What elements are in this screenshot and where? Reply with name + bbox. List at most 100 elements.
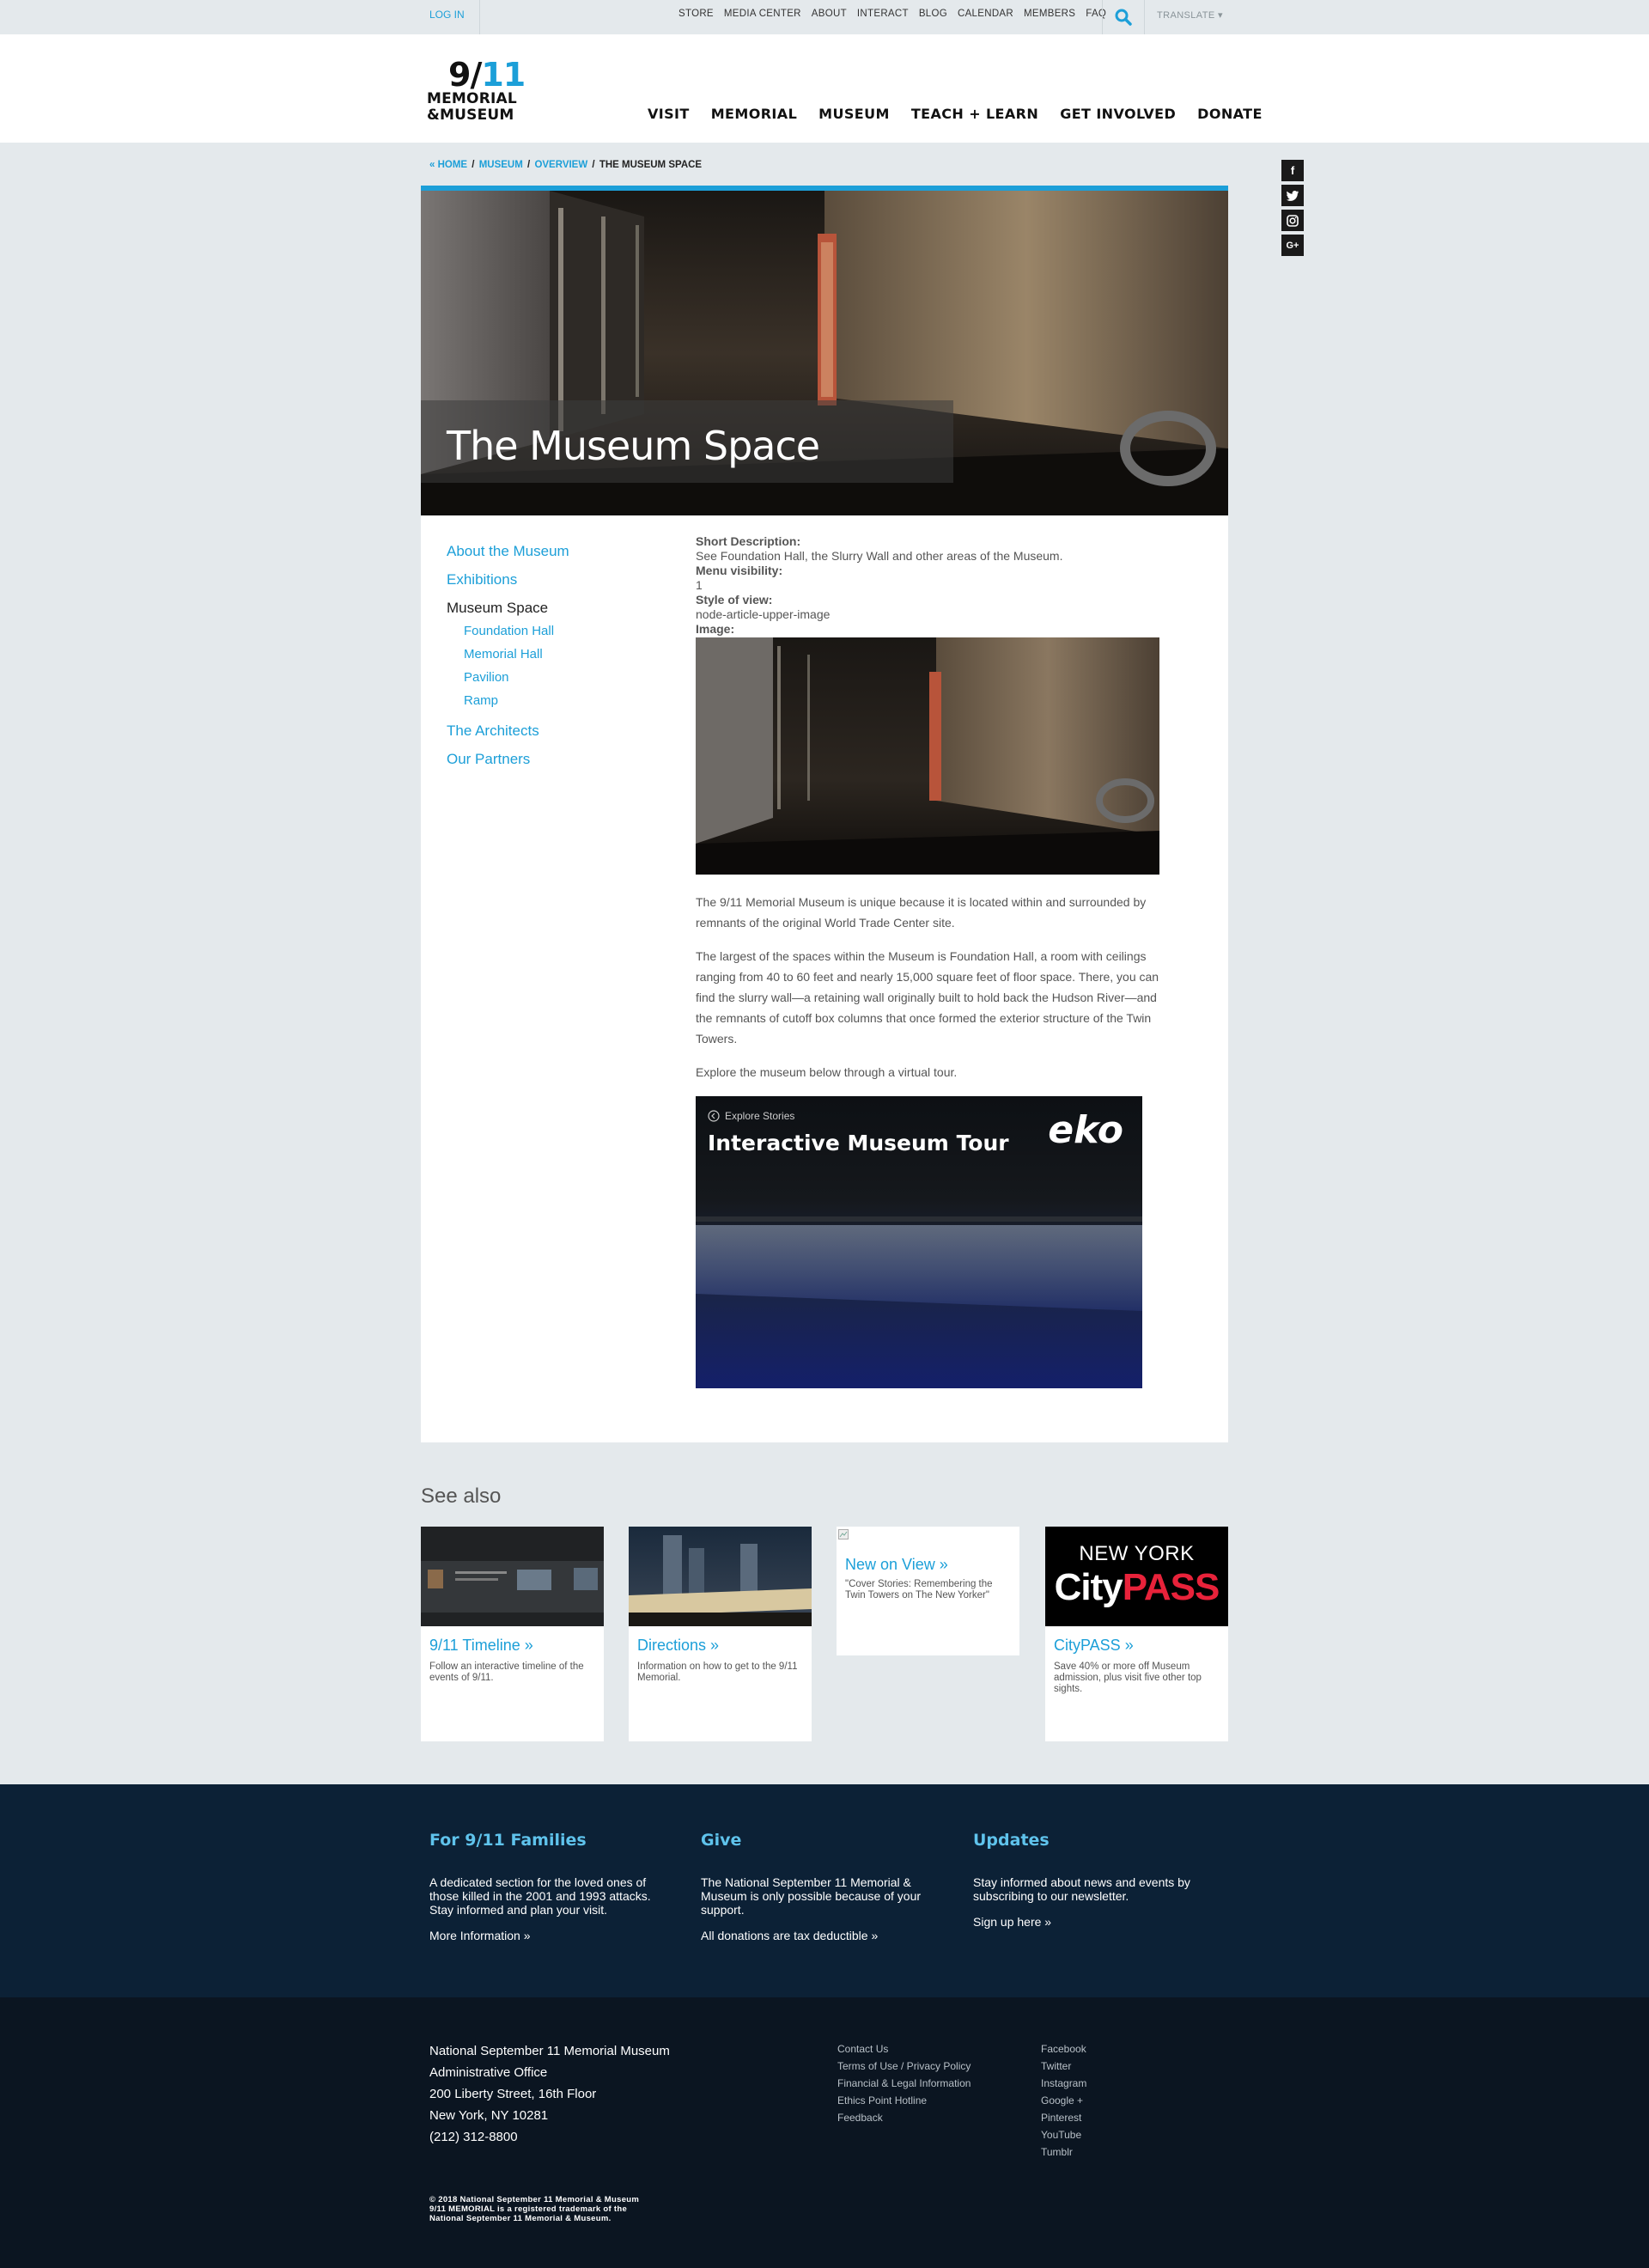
util-link-media-center[interactable]: MEDIA CENTER bbox=[724, 9, 801, 19]
card-title[interactable]: CityPASS » bbox=[1045, 1626, 1228, 1655]
page-title: The Museum Space bbox=[447, 423, 820, 469]
sidebar-subitem-memorial-hall[interactable]: Memorial Hall bbox=[447, 647, 569, 662]
footer-link-google-plus[interactable]: Google + bbox=[1041, 2092, 1086, 2109]
footer-links-social: Facebook Twitter Instagram Google + Pint… bbox=[1041, 2040, 1086, 2161]
util-link-interact[interactable]: INTERACT bbox=[857, 9, 909, 19]
logo-num-b: 11 bbox=[481, 56, 526, 94]
sidebar-item-museum-space[interactable]: Museum Space bbox=[447, 600, 569, 617]
footer-families: For 9/11 Families A dedicated section fo… bbox=[429, 1831, 661, 1942]
utility-bar: LOG IN STORE MEDIA CENTER ABOUT INTERACT… bbox=[0, 0, 1649, 34]
card-desc: Save 40% or more off Museum admission, p… bbox=[1054, 1661, 1202, 1694]
footer-link-pinterest[interactable]: Pinterest bbox=[1041, 2109, 1086, 2126]
nav-teach-learn[interactable]: TEACH + LEARN bbox=[911, 106, 1038, 122]
citypass-logo-pass: PASS bbox=[1122, 1566, 1220, 1608]
translate-dropdown[interactable]: TRANSLATE ▾ bbox=[1157, 9, 1223, 21]
nav-visit[interactable]: VISIT bbox=[648, 106, 690, 122]
breadcrumb-separator: / bbox=[472, 160, 475, 170]
facebook-icon[interactable]: f bbox=[1281, 160, 1304, 181]
breadcrumb-separator: / bbox=[527, 160, 531, 170]
sidebar-subitem-ramp[interactable]: Ramp bbox=[447, 693, 569, 708]
instagram-icon[interactable] bbox=[1281, 210, 1304, 231]
social-share: f G+ bbox=[1281, 160, 1304, 256]
logo-num-a: 9/ bbox=[448, 56, 482, 94]
sidebar-item-architects[interactable]: The Architects bbox=[447, 722, 569, 740]
article-image bbox=[696, 637, 1159, 875]
see-also-card-timeline[interactable]: 9/11 Timeline » Follow an interactive ti… bbox=[421, 1527, 604, 1741]
article-body: Short Description: See Foundation Hall, … bbox=[696, 534, 1177, 1388]
copyright: © 2018 National September 11 Memorial & … bbox=[429, 2195, 639, 2223]
short-desc-value: See Foundation Hall, the Slurry Wall and… bbox=[696, 549, 1063, 563]
card-title[interactable]: New on View » bbox=[837, 1544, 1019, 1574]
copyright-line: 9/11 MEMORIAL is a registered trademark … bbox=[429, 2204, 628, 2214]
footer-link-contact[interactable]: Contact Us bbox=[837, 2040, 971, 2058]
footer-promo: For 9/11 Families A dedicated section fo… bbox=[0, 1784, 1649, 1997]
google-plus-icon[interactable]: G+ bbox=[1281, 235, 1304, 256]
util-link-members[interactable]: MEMBERS bbox=[1024, 9, 1075, 19]
nav-get-involved[interactable]: GET INVOLVED bbox=[1060, 106, 1176, 122]
footer-link-tumblr[interactable]: Tumblr bbox=[1041, 2143, 1086, 2161]
menu-visibility-label: Menu visibility: bbox=[696, 564, 783, 577]
footer-link-financial[interactable]: Financial & Legal Information bbox=[837, 2075, 971, 2092]
footer-updates-title: Updates bbox=[973, 1831, 1050, 1850]
footer-link-terms[interactable]: Terms of Use / Privacy Policy bbox=[837, 2058, 971, 2075]
footer-link-youtube[interactable]: YouTube bbox=[1041, 2126, 1086, 2143]
nav-museum[interactable]: MUSEUM bbox=[818, 106, 890, 122]
see-also-card-directions[interactable]: Directions » Information on how to get t… bbox=[629, 1527, 812, 1741]
breadcrumb-home[interactable]: « HOME bbox=[429, 160, 467, 170]
virtual-tour-embed[interactable]: Explore Stories Interactive Museum Tour … bbox=[696, 1096, 1142, 1388]
sidebar-item-about[interactable]: About the Museum bbox=[447, 543, 569, 560]
address-line: National September 11 Memorial Museum bbox=[429, 2044, 670, 2058]
footer-updates-link[interactable]: Sign up here » bbox=[973, 1915, 1205, 1929]
footer-link-instagram[interactable]: Instagram bbox=[1041, 2075, 1086, 2092]
citypass-logo-top: NEW YORK bbox=[1079, 1542, 1195, 1565]
footer-updates: Updates Stay informed about news and eve… bbox=[973, 1831, 1205, 1929]
see-also-card-citypass[interactable]: NEW YORK CityPASS CityPASS » Save 40% or… bbox=[1045, 1527, 1228, 1741]
paragraph-2: The largest of the spaces within the Mus… bbox=[696, 949, 1159, 1046]
footer-link-feedback[interactable]: Feedback bbox=[837, 2109, 971, 2126]
citypass-logo-city: City bbox=[1054, 1566, 1123, 1608]
footer-families-link[interactable]: More Information » bbox=[429, 1929, 661, 1942]
explore-stories-link[interactable]: Explore Stories bbox=[708, 1110, 794, 1122]
footer-updates-desc: Stay informed about news and events by s… bbox=[973, 1875, 1190, 1903]
footer-give-link[interactable]: All donations are tax deductible » bbox=[701, 1929, 933, 1942]
breadcrumb-museum[interactable]: MUSEUM bbox=[479, 160, 523, 170]
nav-donate[interactable]: DONATE bbox=[1197, 106, 1263, 122]
util-link-calendar[interactable]: CALENDAR bbox=[958, 9, 1013, 19]
footer-families-title: For 9/11 Families bbox=[429, 1831, 587, 1850]
section-sidebar: About the Museum Exhibitions Museum Spac… bbox=[447, 543, 569, 779]
site-logo[interactable]: 9/11 MEMORIAL &MUSEUM bbox=[427, 58, 539, 124]
sidebar-subitem-foundation-hall[interactable]: Foundation Hall bbox=[447, 624, 569, 638]
card-desc: "Cover Stories: Remembering the Twin Tow… bbox=[845, 1579, 993, 1600]
footer-give-title: Give bbox=[701, 1831, 742, 1850]
sidebar-item-partners[interactable]: Our Partners bbox=[447, 751, 569, 768]
site-header: 9/11 MEMORIAL &MUSEUM bbox=[0, 34, 1649, 143]
footer-give-desc: The National September 11 Memorial & Mus… bbox=[701, 1875, 922, 1917]
card-desc: Follow an interactive timeline of the ev… bbox=[429, 1661, 584, 1683]
address-line: Administrative Office bbox=[429, 2065, 548, 2080]
breadcrumb-current: THE MUSEUM SPACE bbox=[599, 160, 703, 170]
util-link-blog[interactable]: BLOG bbox=[919, 9, 947, 19]
nav-memorial[interactable]: MEMORIAL bbox=[711, 106, 797, 122]
sidebar-subitem-pavilion[interactable]: Pavilion bbox=[447, 670, 569, 685]
search-button[interactable] bbox=[1102, 0, 1145, 34]
footer-bottom: National September 11 Memorial Museum Ad… bbox=[0, 1997, 1649, 2268]
paragraph-1: The 9/11 Memorial Museum is unique becau… bbox=[696, 895, 1147, 930]
explore-stories-label: Explore Stories bbox=[725, 1110, 795, 1122]
card-title[interactable]: Directions » bbox=[629, 1626, 812, 1655]
card-title[interactable]: 9/11 Timeline » bbox=[421, 1626, 604, 1655]
util-link-about[interactable]: ABOUT bbox=[812, 9, 847, 19]
see-also-card-new-on-view[interactable]: New on View » "Cover Stories: Rememberin… bbox=[837, 1527, 1019, 1655]
main-nav: VISIT MEMORIAL MUSEUM TEACH + LEARN GET … bbox=[648, 106, 1263, 122]
breadcrumb-overview[interactable]: OVERVIEW bbox=[534, 160, 587, 170]
divider bbox=[479, 0, 480, 34]
twitter-icon[interactable] bbox=[1281, 185, 1304, 206]
sidebar-item-exhibitions[interactable]: Exhibitions bbox=[447, 571, 569, 588]
footer-link-facebook[interactable]: Facebook bbox=[1041, 2040, 1086, 2058]
footer-give: Give The National September 11 Memorial … bbox=[701, 1831, 933, 1942]
footer-link-twitter[interactable]: Twitter bbox=[1041, 2058, 1086, 2075]
footer-link-ethics[interactable]: Ethics Point Hotline bbox=[837, 2092, 971, 2109]
login-link[interactable]: LOG IN bbox=[429, 9, 465, 21]
see-also-heading: See also bbox=[421, 1485, 502, 1508]
menu-visibility-value: 1 bbox=[696, 578, 703, 592]
util-link-store[interactable]: STORE bbox=[678, 9, 714, 19]
